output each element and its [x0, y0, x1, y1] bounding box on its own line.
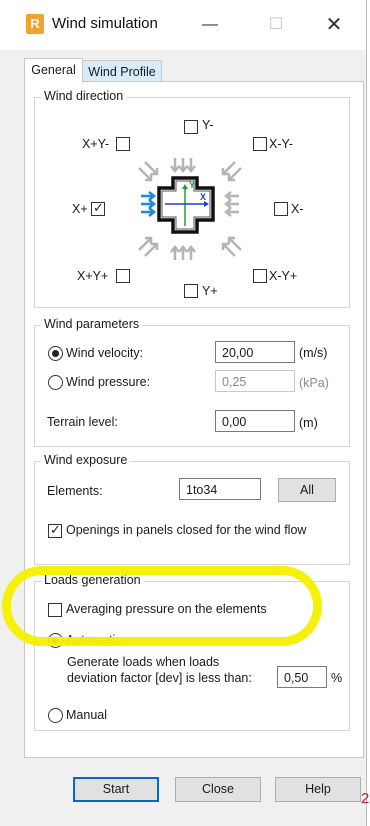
elements-label: Elements: — [47, 484, 103, 498]
inactive-wind-arrows-icon — [138, 158, 242, 260]
openings-closed-checkbox[interactable] — [48, 522, 62, 538]
wind-parameters-group: Wind parameters Wind velocity: 20,00 (m/… — [34, 317, 350, 447]
y-axis-label: Y — [189, 180, 195, 190]
wind-pressure-unit: (kPa) — [299, 376, 329, 390]
wind-exposure-label: Wind exposure — [41, 453, 131, 467]
openings-closed-label: Openings in panels closed for the wind f… — [66, 523, 307, 537]
elements-input[interactable]: 1to34 — [179, 478, 261, 500]
close-icon[interactable]: ✕ — [322, 13, 346, 37]
edge-annotation-mark: 2 — [361, 790, 370, 807]
app-logo-icon: R — [26, 14, 44, 34]
manual-radio[interactable] — [48, 708, 63, 723]
direction-xplus-yminus-label: X+Y- — [82, 137, 109, 151]
wind-velocity-unit: (m/s) — [299, 346, 328, 360]
window-title: Wind simulation — [52, 15, 158, 32]
start-button[interactable]: Start — [73, 777, 159, 802]
minimize-icon[interactable]: — — [198, 13, 222, 37]
annotation-highlight — [2, 566, 322, 646]
terrain-level-input[interactable]: 0,00 — [215, 410, 295, 432]
direction-y-plus-label: Y+ — [202, 284, 218, 298]
direction-xminus-yplus-checkbox[interactable] — [253, 269, 267, 283]
wind-parameters-label: Wind parameters — [41, 317, 143, 331]
wind-velocity-input[interactable]: 20,00 — [215, 341, 295, 363]
direction-xminus-yminus-checkbox[interactable] — [253, 137, 267, 151]
direction-xplus-yminus-checkbox[interactable] — [116, 137, 130, 151]
terrain-level-label: Terrain level: — [47, 415, 118, 429]
direction-y-minus-label: Y- — [202, 118, 214, 132]
deviation-factor-unit: % — [331, 671, 343, 685]
wind-exposure-group: Wind exposure Elements: 1to34 All Openin… — [34, 453, 350, 565]
wind-direction-label: Wind direction — [41, 89, 127, 103]
general-tab-panel: Wind direction Y- X+Y- X-Y- X+ X- X+Y+ X… — [24, 81, 364, 758]
direction-y-plus-checkbox[interactable] — [184, 284, 198, 298]
wind-simulation-window: R Wind simulation — ☐ ✕ General Wind Pro… — [0, 0, 367, 826]
generate-loads-text-line2: deviation factor [dev] is less than: — [67, 671, 252, 685]
title-bar: R Wind simulation — ☐ ✕ — [0, 0, 366, 50]
direction-x-minus-checkbox[interactable] — [274, 202, 288, 216]
all-elements-button[interactable]: All — [278, 478, 336, 502]
generate-loads-text-line1: Generate loads when loads — [67, 655, 220, 669]
direction-x-plus-label: X+ — [72, 202, 88, 216]
direction-x-plus-checkbox[interactable] — [91, 200, 105, 216]
direction-xplus-yplus-checkbox[interactable] — [116, 269, 130, 283]
direction-x-minus-label: X- — [291, 202, 304, 216]
wind-pressure-radio[interactable] — [48, 375, 63, 390]
tab-general[interactable]: General — [24, 58, 83, 83]
direction-xminus-yminus-label: X-Y- — [269, 137, 293, 151]
wind-pressure-input[interactable]: 0,25 — [215, 370, 295, 392]
close-button[interactable]: Close — [175, 777, 261, 802]
manual-label: Manual — [66, 708, 107, 722]
deviation-factor-input[interactable]: 0,50 — [277, 666, 327, 688]
wind-direction-diagram: Y X — [138, 158, 242, 260]
direction-xplus-yplus-label: X+Y+ — [77, 269, 109, 283]
wind-velocity-label: Wind velocity: — [66, 346, 144, 360]
tab-wind-profile[interactable]: Wind Profile — [82, 60, 162, 83]
x-axis-label: X — [200, 192, 206, 202]
direction-y-minus-checkbox[interactable] — [184, 120, 198, 134]
maximize-icon: ☐ — [268, 16, 284, 33]
help-button[interactable]: Help — [275, 777, 361, 802]
direction-xminus-yplus-label: X-Y+ — [269, 269, 298, 283]
terrain-level-unit: (m) — [299, 416, 318, 430]
wind-pressure-label: Wind pressure: — [66, 375, 151, 389]
active-wind-arrows-icon — [141, 191, 157, 217]
wind-direction-group: Wind direction Y- X+Y- X-Y- X+ X- X+Y+ X… — [34, 89, 350, 308]
wind-velocity-radio[interactable] — [48, 346, 63, 361]
